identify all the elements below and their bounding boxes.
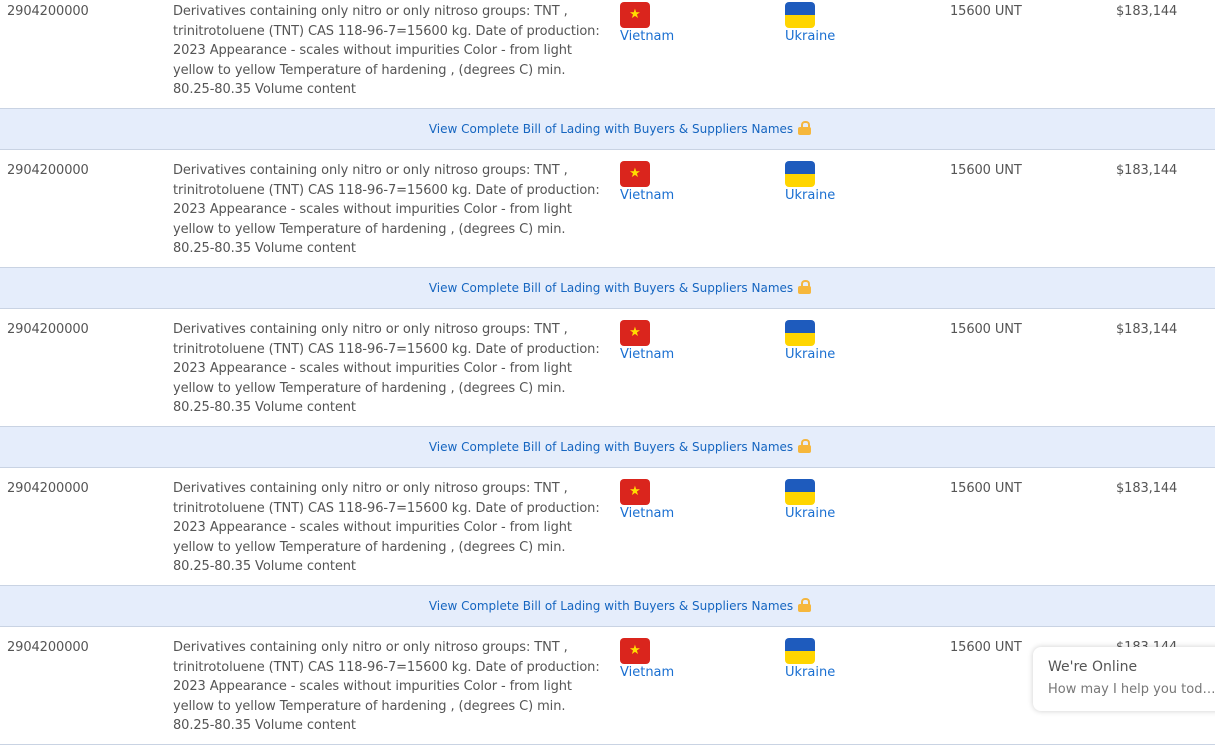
hs-code: 2904200000 [7, 163, 89, 178]
lock-icon [798, 598, 812, 612]
quantity: 15600 UNT [950, 163, 1022, 178]
ukraine-flag-icon [785, 161, 815, 187]
chat-widget[interactable]: We're Online How may I help you today? [1033, 647, 1215, 711]
product-description: Derivatives containing only nitro or onl… [173, 163, 600, 256]
chat-message[interactable]: How may I help you today? [1048, 682, 1215, 697]
hs-code: 2904200000 [7, 640, 89, 655]
product-description: Derivatives containing only nitro or onl… [173, 640, 600, 733]
lock-body [798, 445, 812, 453]
bol-link-banner[interactable]: View Complete Bill of Lading with Buyers… [0, 586, 1215, 627]
destination-country-link[interactable]: Ukraine [785, 188, 875, 204]
ukraine-flag-icon [785, 2, 815, 28]
bol-link[interactable]: View Complete Bill of Lading with Buyers… [404, 599, 793, 613]
hs-code: 2904200000 [7, 481, 89, 496]
table-row: 2904200000 Derivatives containing only ni… [0, 0, 1215, 109]
origin-country: ★ Vietnam [620, 161, 710, 204]
flag-stripe-yellow [785, 651, 815, 664]
vietnam-flag-icon: ★ [620, 2, 650, 28]
flag-star: ★ [629, 325, 641, 340]
product-description: Derivatives containing only nitro or onl… [173, 481, 600, 574]
flag-stripe-yellow [785, 15, 815, 28]
ukraine-flag-icon [785, 320, 815, 346]
destination-country: Ukraine [785, 638, 875, 681]
destination-country-link[interactable]: Ukraine [785, 347, 875, 363]
flag-star: ★ [629, 7, 641, 22]
flag-stripe-blue [785, 161, 815, 174]
origin-country: ★ Vietnam [620, 320, 710, 363]
quantity: 15600 UNT [950, 640, 1022, 655]
destination-country-link[interactable]: Ukraine [785, 506, 875, 522]
origin-country-link[interactable]: Vietnam [620, 506, 710, 522]
origin-country-link[interactable]: Vietnam [620, 347, 710, 363]
bol-link-banner[interactable]: View Complete Bill of Lading with Buyers… [0, 109, 1215, 150]
origin-country-link[interactable]: Vietnam [620, 188, 710, 204]
lock-icon [798, 280, 812, 294]
table-row: 2904200000 Derivatives containing only ni… [0, 468, 1215, 586]
flag-star: ★ [629, 643, 641, 658]
bol-link-banner[interactable]: View Complete Bill of Lading with Buyers… [0, 427, 1215, 468]
lock-body [798, 604, 812, 612]
flag-stripe-yellow [785, 333, 815, 346]
hs-code: 2904200000 [7, 322, 89, 337]
flag-stripe-blue [785, 638, 815, 651]
origin-country-link[interactable]: Vietnam [620, 29, 710, 45]
ukraine-flag-icon [785, 638, 815, 664]
hs-code: 2904200000 [7, 4, 89, 19]
lock-body [798, 127, 812, 135]
shipment-value: $183,144 [1116, 322, 1178, 337]
flag-stripe-blue [785, 479, 815, 492]
shipment-value: $183,144 [1116, 4, 1178, 19]
flag-stripe-yellow [785, 174, 815, 187]
vietnam-flag-icon: ★ [620, 320, 650, 346]
product-description: Derivatives containing only nitro or onl… [173, 322, 600, 415]
origin-country-link[interactable]: Vietnam [620, 665, 710, 681]
bol-link[interactable]: View Complete Bill of Lading with Buyers… [404, 122, 793, 136]
destination-country-link[interactable]: Ukraine [785, 665, 875, 681]
table-row: 2904200000 Derivatives containing only ni… [0, 150, 1215, 268]
destination-country: Ukraine [785, 320, 875, 363]
vietnam-flag-icon: ★ [620, 638, 650, 664]
bol-link[interactable]: View Complete Bill of Lading with Buyers… [404, 281, 793, 295]
quantity: 15600 UNT [950, 322, 1022, 337]
bol-link-banner[interactable]: View Complete Bill of Lading with Buyers… [0, 268, 1215, 309]
destination-country-link[interactable]: Ukraine [785, 29, 875, 45]
origin-country: ★ Vietnam [620, 479, 710, 522]
origin-country: ★ Vietnam [620, 2, 710, 45]
quantity: 15600 UNT [950, 4, 1022, 19]
product-description: Derivatives containing only nitro or onl… [173, 4, 600, 97]
lock-body [798, 286, 812, 294]
lock-icon [798, 121, 812, 135]
ukraine-flag-icon [785, 479, 815, 505]
destination-country: Ukraine [785, 161, 875, 204]
lock-icon [798, 439, 812, 453]
flag-star: ★ [629, 484, 641, 499]
chat-title: We're Online [1048, 659, 1138, 675]
flag-stripe-yellow [785, 492, 815, 505]
quantity: 15600 UNT [950, 481, 1022, 496]
table-row: 2904200000 Derivatives containing only ni… [0, 309, 1215, 427]
destination-country: Ukraine [785, 479, 875, 522]
origin-country: ★ Vietnam [620, 638, 710, 681]
shipment-value: $183,144 [1116, 481, 1178, 496]
bol-link[interactable]: View Complete Bill of Lading with Buyers… [404, 440, 793, 454]
shipment-value: $183,144 [1116, 163, 1178, 178]
vietnam-flag-icon: ★ [620, 479, 650, 505]
flag-stripe-blue [785, 320, 815, 333]
destination-country: Ukraine [785, 2, 875, 45]
flag-star: ★ [629, 166, 641, 181]
vietnam-flag-icon: ★ [620, 161, 650, 187]
shipment-records-table: 2904200000 Derivatives containing only ni… [0, 0, 1215, 745]
flag-stripe-blue [785, 2, 815, 15]
